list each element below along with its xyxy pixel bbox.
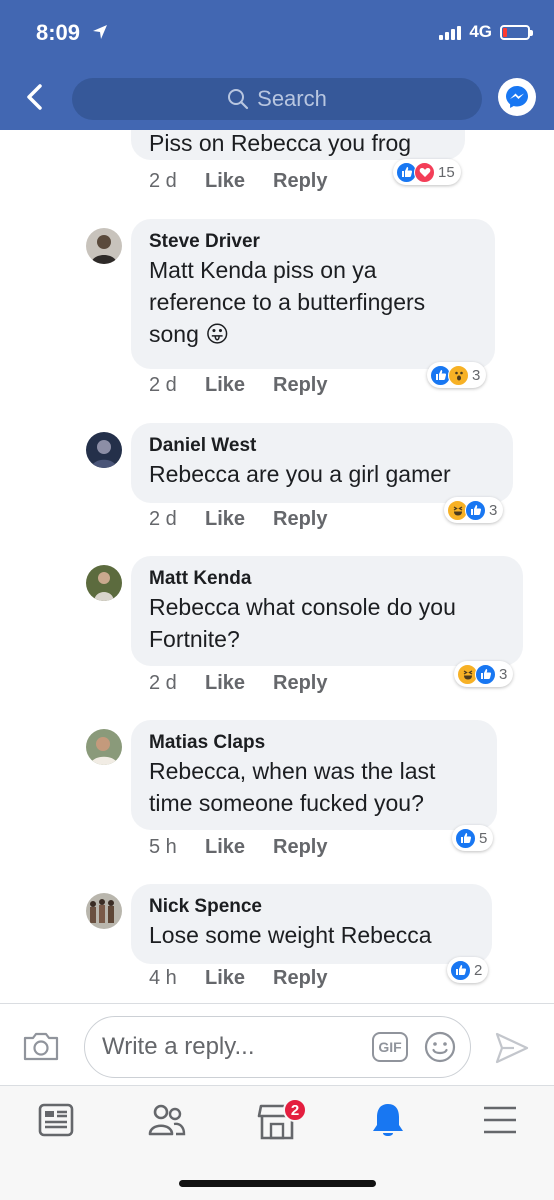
comment-time: 2 d bbox=[149, 508, 177, 530]
back-button[interactable] bbox=[20, 82, 50, 112]
search-icon bbox=[228, 89, 249, 110]
reply-input[interactable]: Write a reply... bbox=[84, 1016, 471, 1078]
like-button[interactable]: Like bbox=[205, 508, 273, 531]
avatar[interactable] bbox=[86, 432, 122, 468]
status-time: 8:09 bbox=[36, 20, 81, 45]
reaction-summary[interactable]: 3 bbox=[454, 661, 514, 687]
comment-bubble[interactable]: Nick Spence Lose some weight Rebecca bbox=[131, 884, 492, 964]
comment-time: 5 h bbox=[149, 836, 177, 858]
comment-actions: 4 h Like Reply bbox=[149, 967, 327, 990]
comment-time: 2 d bbox=[149, 672, 177, 694]
comment-text: Piss on Rebecca you frog bbox=[149, 130, 412, 156]
comment-text: Rebecca, when was the last time someone … bbox=[149, 758, 436, 816]
like-button[interactable]: Like bbox=[205, 836, 273, 859]
app-header: 8:09 4G Search bbox=[0, 0, 554, 130]
avatar[interactable] bbox=[86, 565, 122, 601]
search-input[interactable]: Search bbox=[72, 78, 482, 120]
reaction-summary[interactable]: 15 bbox=[393, 159, 461, 185]
comment-bubble[interactable]: Piss on Rebecca you frog bbox=[131, 130, 465, 160]
reply-button[interactable]: Reply bbox=[273, 967, 327, 990]
comment-actions: 2 d Like Reply bbox=[149, 672, 327, 695]
reaction-count: 3 bbox=[489, 501, 498, 519]
comments-list: Piss on Rebecca you frog 2 d Like Reply … bbox=[0, 130, 554, 1005]
network-label: 4G bbox=[469, 22, 492, 41]
comment-actions: 2 d Like Reply bbox=[149, 374, 327, 397]
comment-actions: 2 d Like Reply bbox=[149, 508, 327, 531]
reaction-summary[interactable]: 3 bbox=[427, 362, 487, 388]
notification-badge: 2 bbox=[283, 1098, 307, 1122]
reply-button[interactable]: Reply bbox=[273, 836, 327, 859]
camera-icon[interactable] bbox=[22, 1030, 60, 1062]
comment-author[interactable]: Daniel West bbox=[149, 434, 495, 458]
home-indicator bbox=[179, 1180, 376, 1187]
like-button[interactable]: Like bbox=[205, 374, 273, 397]
love-reaction-icon bbox=[414, 161, 435, 183]
tab-notifications-icon[interactable] bbox=[368, 1100, 408, 1140]
location-arrow-icon bbox=[93, 25, 107, 39]
comment-author[interactable]: Nick Spence bbox=[149, 895, 474, 919]
reply-button[interactable]: Reply bbox=[273, 508, 327, 531]
messenger-icon bbox=[506, 86, 528, 108]
emoji-icon[interactable] bbox=[424, 1031, 456, 1063]
battery-icon bbox=[500, 24, 533, 40]
messenger-button[interactable] bbox=[498, 78, 536, 116]
reply-button[interactable]: Reply bbox=[273, 374, 327, 397]
comment-text: Rebecca are you a girl gamer bbox=[149, 461, 451, 487]
reaction-count: 5 bbox=[479, 829, 488, 847]
comment-time: 2 d bbox=[149, 170, 177, 192]
avatar[interactable] bbox=[86, 228, 122, 264]
tab-news-feed-icon[interactable] bbox=[36, 1100, 76, 1140]
comment-text: Lose some weight Rebecca bbox=[149, 922, 432, 948]
comment-bubble[interactable]: Matt Kenda Rebecca what console do you F… bbox=[131, 556, 523, 666]
wow-reaction-icon bbox=[448, 364, 469, 386]
like-reaction-icon bbox=[450, 959, 471, 981]
comment-author[interactable]: Steve Driver bbox=[149, 230, 477, 254]
tab-friends-icon[interactable] bbox=[147, 1100, 187, 1140]
reaction-count: 3 bbox=[472, 366, 481, 384]
signal-icon bbox=[439, 24, 462, 40]
search-placeholder: Search bbox=[257, 86, 327, 111]
like-reaction-icon bbox=[475, 663, 496, 685]
reaction-count: 3 bbox=[499, 665, 508, 683]
reaction-summary[interactable]: 2 bbox=[447, 957, 489, 983]
reply-composer: Write a reply... GIF bbox=[0, 1003, 554, 1085]
send-icon[interactable] bbox=[494, 1031, 530, 1065]
like-button[interactable]: Like bbox=[205, 967, 273, 990]
comment-bubble[interactable]: Steve Driver Matt Kenda piss on ya refer… bbox=[131, 219, 495, 369]
comment-bubble[interactable]: Matias Claps Rebecca, when was the last … bbox=[131, 720, 497, 830]
reaction-count: 15 bbox=[438, 163, 455, 181]
reaction-summary[interactable]: 3 bbox=[444, 497, 504, 523]
tab-menu-icon[interactable] bbox=[480, 1100, 520, 1140]
comment-text: Matt Kenda piss on ya reference to a but… bbox=[149, 257, 426, 347]
comment-actions: 5 h Like Reply bbox=[149, 836, 327, 859]
reply-placeholder: Write a reply... bbox=[102, 1033, 255, 1060]
like-button[interactable]: Like bbox=[205, 170, 273, 193]
status-indicators: 4G bbox=[439, 22, 533, 42]
comment-actions: 2 d Like Reply bbox=[149, 170, 327, 193]
comment-text: Rebecca what console do you Fortnite? bbox=[149, 594, 456, 652]
like-button[interactable]: Like bbox=[205, 672, 273, 695]
comment-bubble[interactable]: Daniel West Rebecca are you a girl gamer bbox=[131, 423, 513, 503]
gif-button[interactable]: GIF bbox=[372, 1032, 408, 1062]
comment-time: 4 h bbox=[149, 967, 177, 989]
reply-button[interactable]: Reply bbox=[273, 170, 327, 193]
like-reaction-icon bbox=[465, 499, 486, 521]
comment-time: 2 d bbox=[149, 374, 177, 396]
reaction-count: 2 bbox=[474, 961, 483, 979]
reply-button[interactable]: Reply bbox=[273, 672, 327, 695]
comment-author[interactable]: Matias Claps bbox=[149, 731, 479, 755]
reaction-summary[interactable]: 5 bbox=[452, 825, 494, 851]
like-reaction-icon bbox=[455, 827, 476, 849]
comment-author[interactable]: Matt Kenda bbox=[149, 567, 505, 591]
avatar[interactable] bbox=[86, 729, 122, 765]
avatar[interactable] bbox=[86, 893, 122, 929]
